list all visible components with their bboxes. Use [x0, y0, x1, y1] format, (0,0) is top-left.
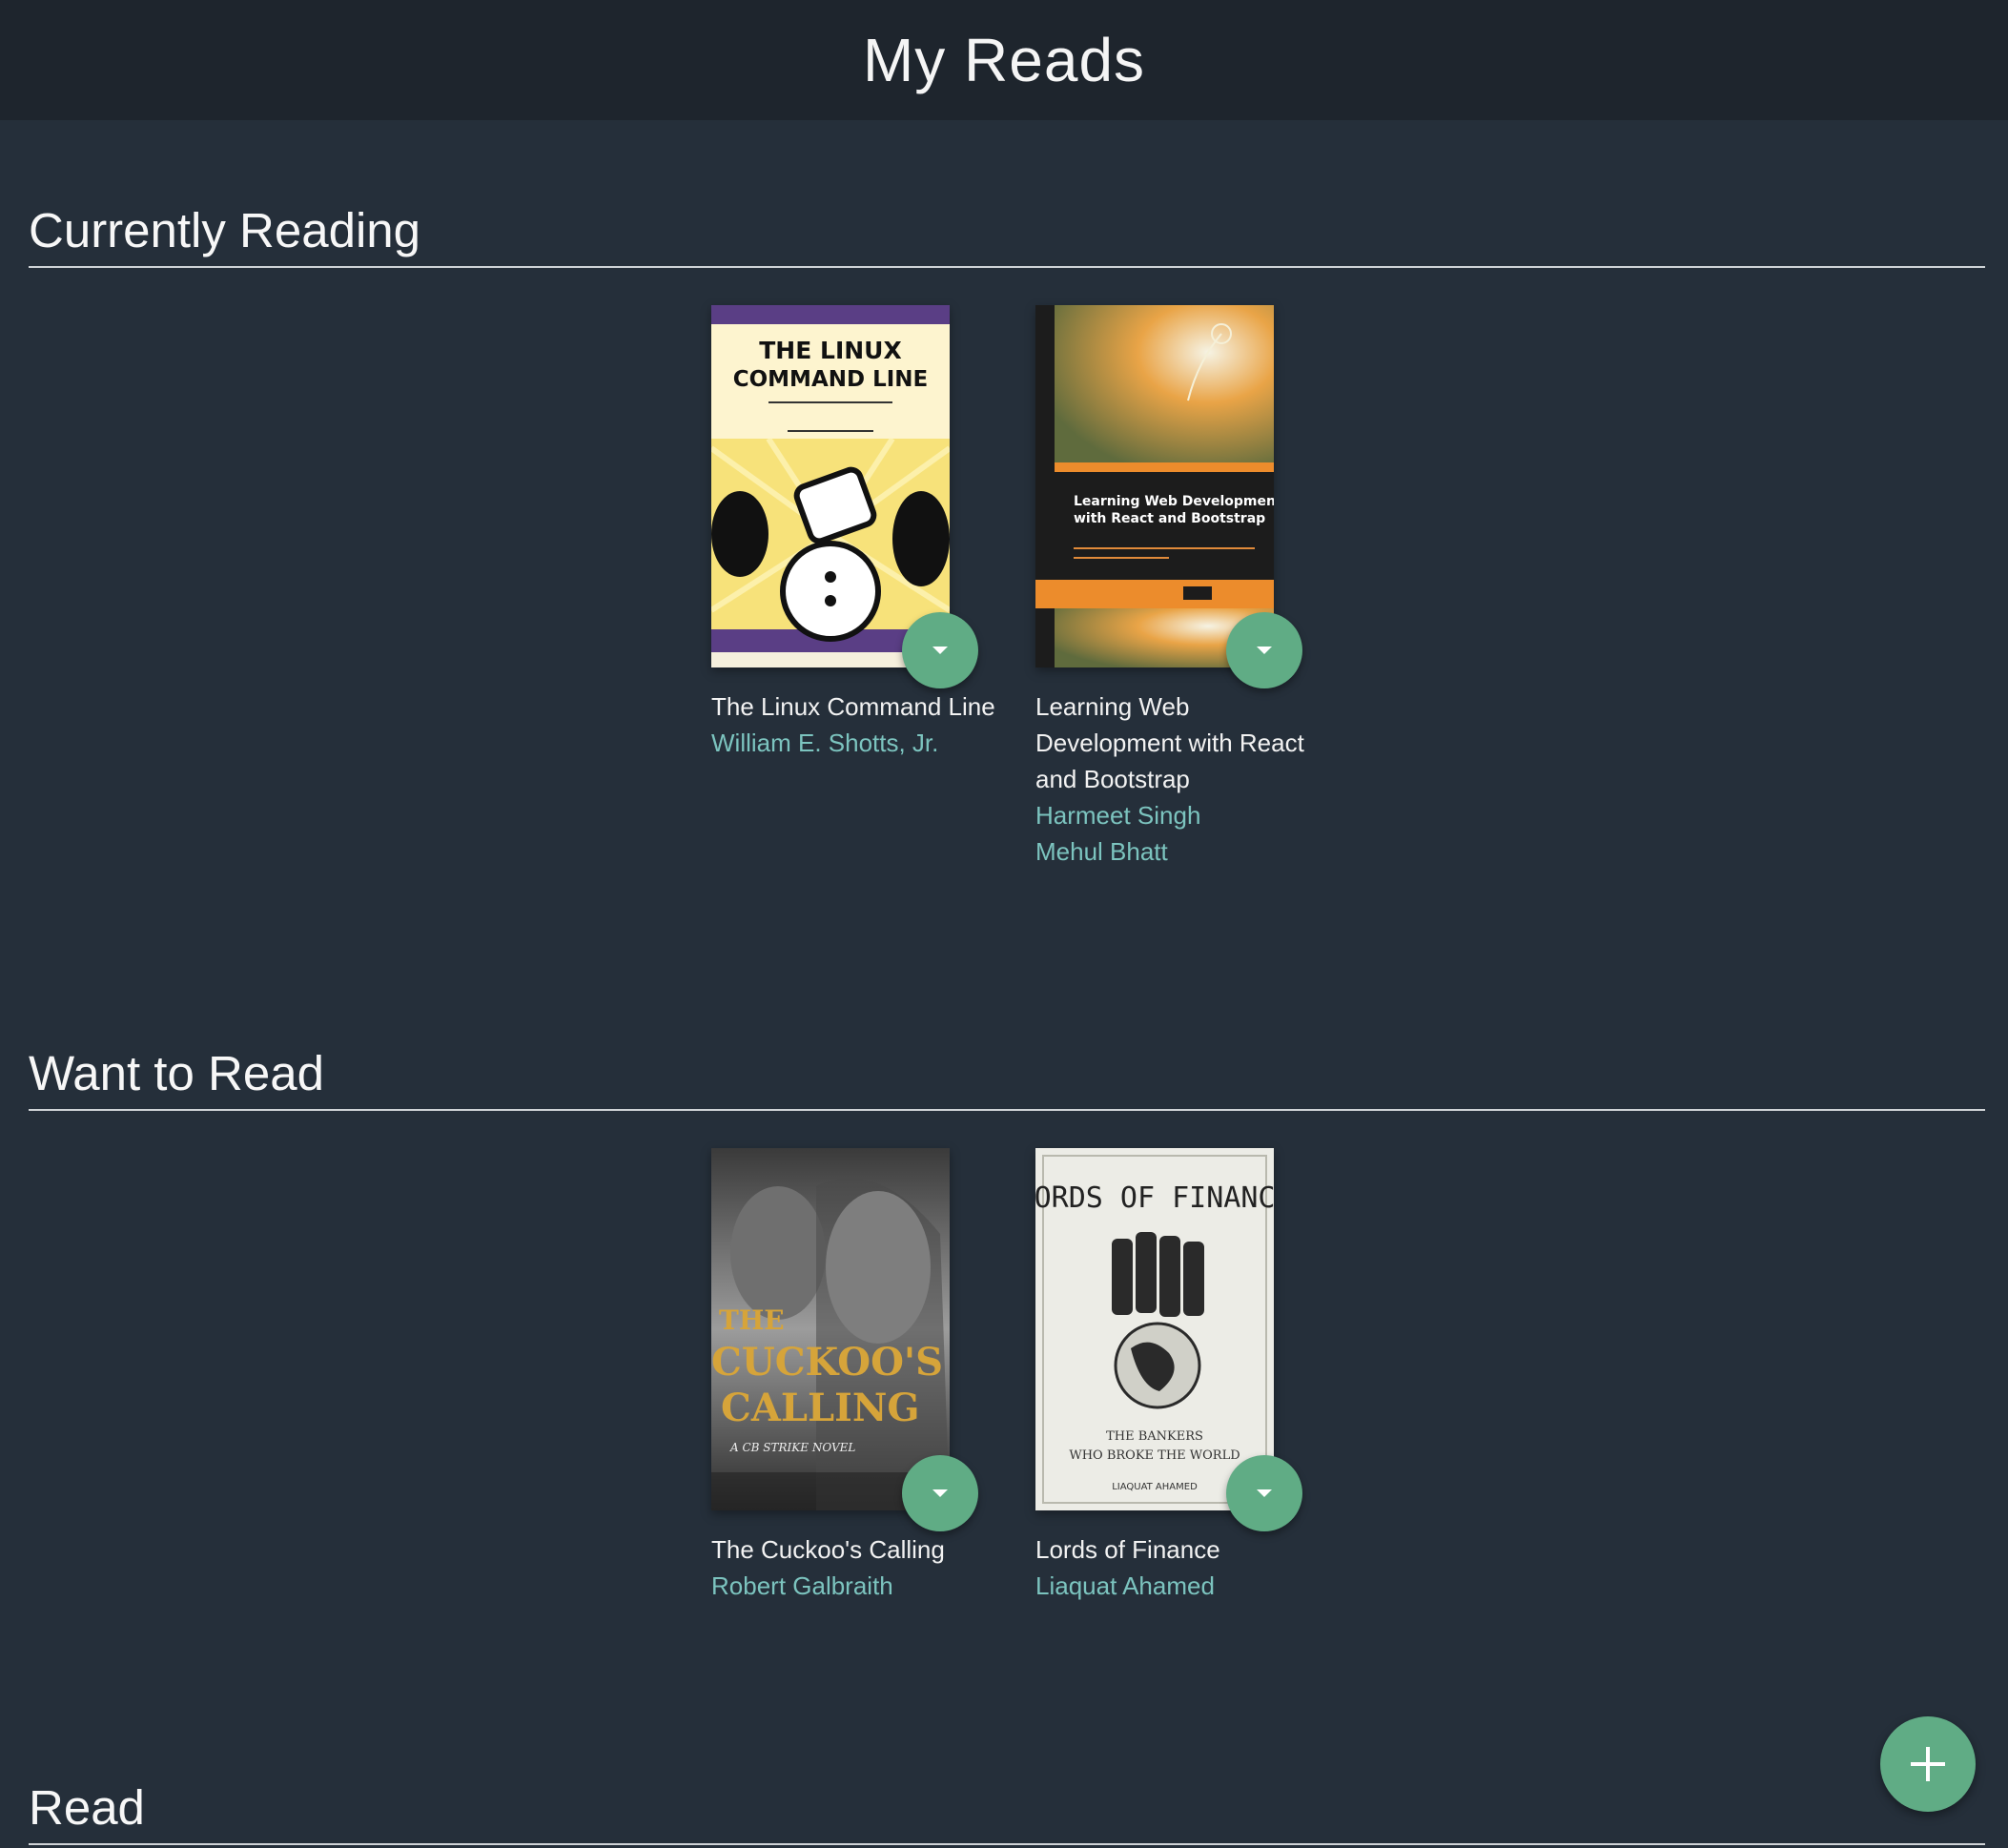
cover-image-react: Learning Web Development with React and …	[1035, 305, 1274, 667]
plus-icon	[1911, 1747, 1945, 1781]
book-author: William E. Shotts, Jr.	[711, 729, 939, 757]
book-authors: Harmeet Singh Mehul Bhatt	[1035, 797, 1322, 870]
svg-text:WHO BROKE THE WORLD: WHO BROKE THE WORLD	[1069, 1448, 1240, 1463]
book-title: Learning Web Development with React and …	[1035, 692, 1304, 793]
svg-text:A CB STRIKE NOVEL: A CB STRIKE NOVEL	[729, 1441, 855, 1454]
shelf-title-read: Read	[29, 1779, 1985, 1846]
book-author: Robert Galbraith	[711, 1571, 893, 1600]
add-book-button[interactable]	[1880, 1716, 1976, 1812]
shelf-changer-button[interactable]	[1226, 612, 1302, 688]
shelf-changer-button[interactable]	[902, 1455, 978, 1531]
svg-text:LORDS OF FINANCE: LORDS OF FINANCE	[1035, 1181, 1274, 1215]
book-author: Harmeet Singh	[1035, 801, 1201, 830]
shelf-title-currently-reading: Currently Reading	[29, 202, 1985, 269]
cover-image-linux: THE LINUX COMMAND LINE	[711, 305, 950, 667]
svg-text:Learning Web Development: Learning Web Development	[1074, 494, 1274, 509]
svg-text:THE BANKERS: THE BANKERS	[1106, 1429, 1203, 1444]
svg-text:CALLING: CALLING	[721, 1386, 920, 1430]
book-author: Mehul Bhatt	[1035, 837, 1168, 866]
book-cover[interactable]: THE CUCKOO'S CALLING A CB STRIKE NOVEL	[711, 1148, 950, 1510]
book-card: THE CUCKOO'S CALLING A CB STRIKE NOVEL T…	[711, 1148, 997, 1604]
book-authors: Liaquat Ahamed	[1035, 1568, 1322, 1604]
cover-image-cuckoo: THE CUCKOO'S CALLING A CB STRIKE NOVEL	[711, 1148, 950, 1510]
book-title: Lords of Finance	[1035, 1535, 1220, 1564]
book-cover[interactable]: LORDS OF FINANCE THE BANKERS WHO BROKE T…	[1035, 1148, 1274, 1510]
svg-text:THE: THE	[719, 1304, 785, 1336]
book-authors: William E. Shotts, Jr.	[711, 725, 997, 761]
arrow-drop-down-icon	[932, 1489, 948, 1497]
svg-text:CUCKOO'S: CUCKOO'S	[711, 1340, 943, 1385]
book-title: The Linux Command Line	[711, 692, 995, 721]
shelf-changer-button[interactable]	[902, 612, 978, 688]
page-title: My Reads	[862, 26, 1146, 94]
book-author: Liaquat Ahamed	[1035, 1571, 1215, 1600]
book-title: The Cuckoo's Calling	[711, 1535, 945, 1564]
arrow-drop-down-icon	[1257, 1489, 1272, 1497]
cover-image-lords-of-finance: LORDS OF FINANCE THE BANKERS WHO BROKE T…	[1035, 1148, 1274, 1510]
svg-text:with React and Bootstrap: with React and Bootstrap	[1074, 511, 1265, 526]
shelf-title-want-to-read: Want to Read	[29, 1045, 1985, 1112]
book-cover[interactable]: Learning Web Development with React and …	[1035, 305, 1274, 667]
book-cover[interactable]: THE LINUX COMMAND LINE	[711, 305, 950, 667]
shelf-changer-button[interactable]	[1226, 1455, 1302, 1531]
top-bar: My Reads	[0, 0, 2008, 120]
svg-text:THE LINUX: THE LINUX	[759, 337, 902, 364]
book-authors: Robert Galbraith	[711, 1568, 997, 1604]
book-card: LORDS OF FINANCE THE BANKERS WHO BROKE T…	[1035, 1148, 1322, 1604]
arrow-drop-down-icon	[1257, 647, 1272, 654]
arrow-drop-down-icon	[932, 647, 948, 654]
svg-text:LIAQUAT AHAMED: LIAQUAT AHAMED	[1112, 1482, 1198, 1492]
book-card: THE LINUX COMMAND LINE The Linux Command…	[711, 305, 997, 761]
svg-text:COMMAND LINE: COMMAND LINE	[733, 367, 929, 392]
app-root: My Reads Currently Reading THE LINUX COM…	[0, 0, 2008, 1848]
book-card: Learning Web Development with React and …	[1035, 305, 1322, 870]
